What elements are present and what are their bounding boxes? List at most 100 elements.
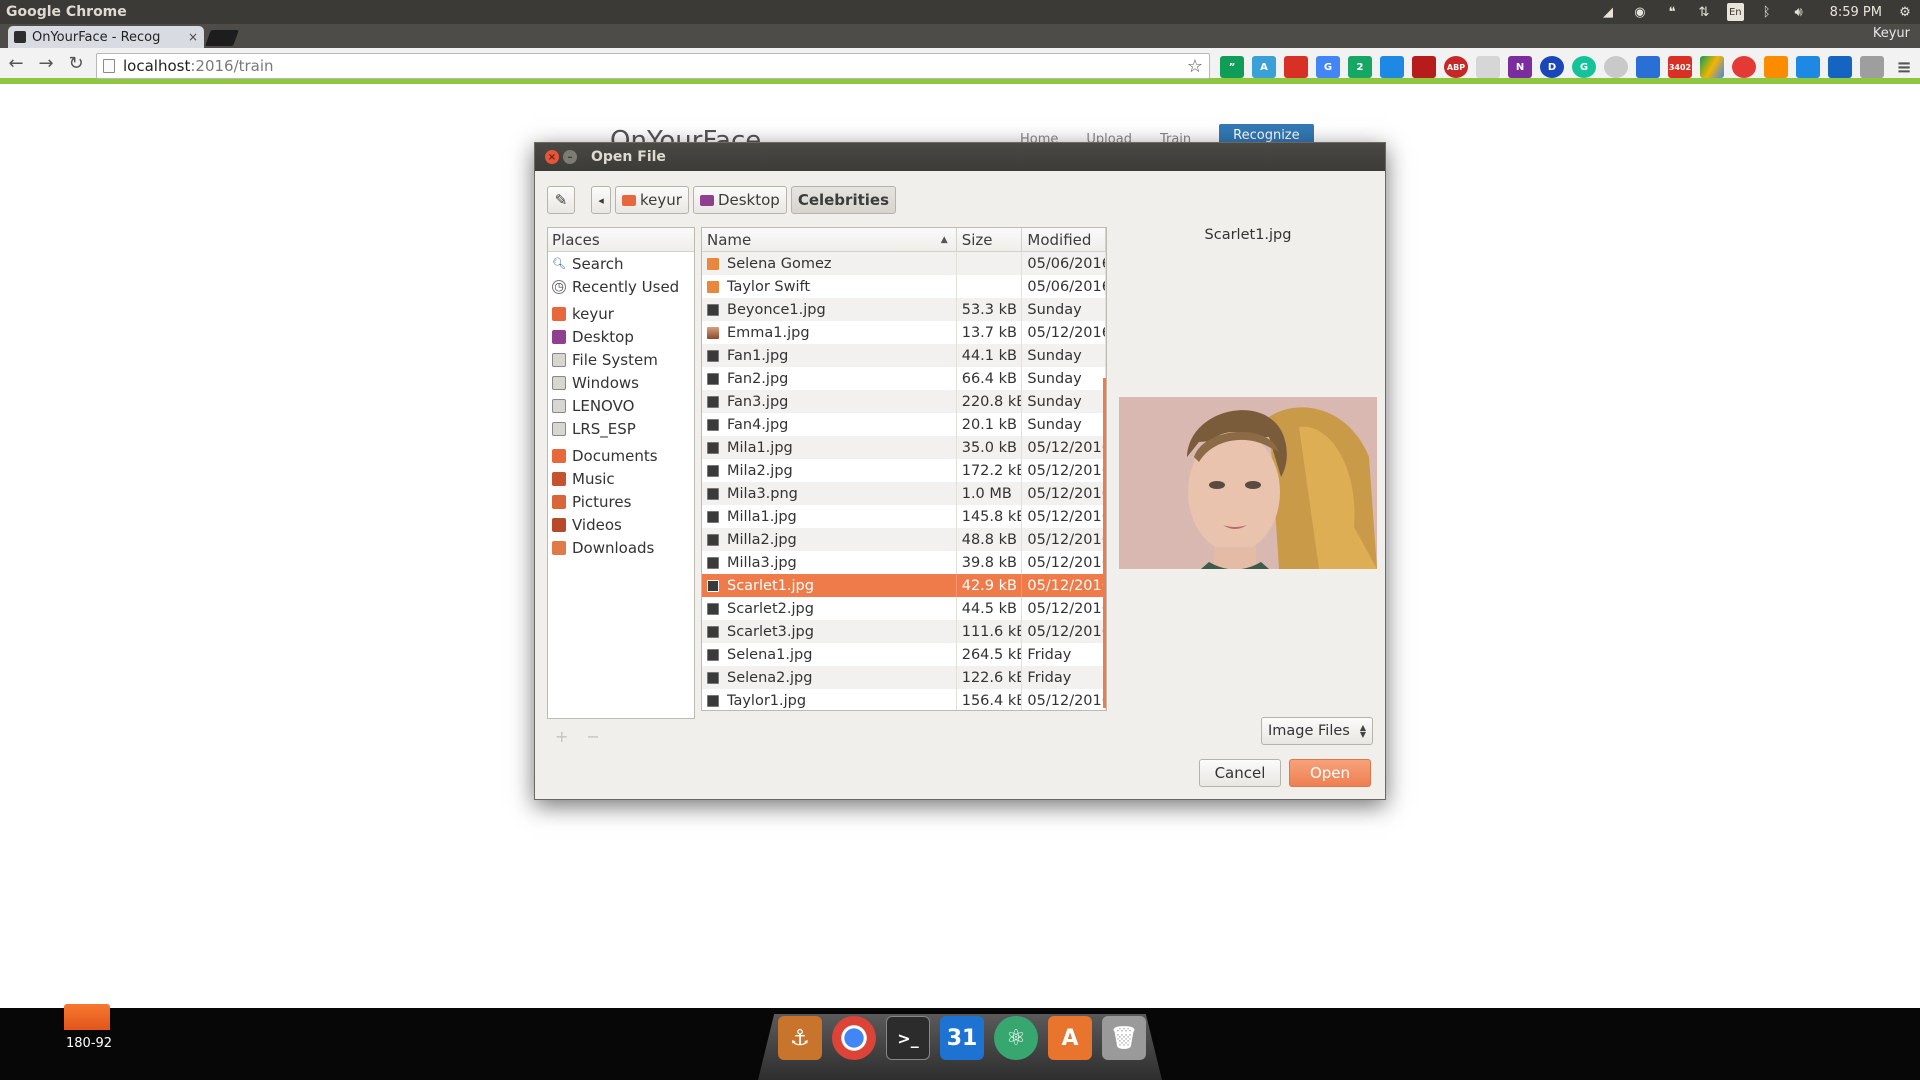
file-row[interactable]: Selena1.jpg 264.5 kB Friday: [702, 643, 1106, 666]
file-row[interactable]: Milla2.jpg 48.8 kB 05/12/2016: [702, 528, 1106, 551]
stack-extension-icon[interactable]: [1636, 56, 1660, 78]
new-tab-button[interactable]: [205, 30, 239, 46]
terminal-icon[interactable]: >_: [886, 1016, 930, 1060]
adblock-plus-icon[interactable]: ABP: [1444, 56, 1468, 78]
profile-name[interactable]: Keyur: [1873, 26, 1910, 41]
type-location-button[interactable]: ✎: [547, 186, 575, 214]
column-size[interactable]: Size: [957, 228, 1023, 251]
wifi-icon[interactable]: ◢: [1599, 3, 1617, 21]
tab-onyourface[interactable]: OnYourFace - Recog ×: [8, 26, 204, 48]
tab-close-icon[interactable]: ×: [188, 30, 198, 44]
carrot-extension-icon[interactable]: [1764, 56, 1788, 78]
flag-extension-icon[interactable]: [1828, 56, 1852, 78]
window-extension-icon[interactable]: [1380, 56, 1404, 78]
file-row[interactable]: Taylor Swift 05/06/2016: [702, 275, 1106, 298]
place-pictures[interactable]: Pictures: [548, 490, 694, 513]
add-bookmark-button[interactable]: +: [555, 727, 568, 746]
vivaldi-extension-icon[interactable]: [1732, 56, 1756, 78]
file-row[interactable]: Emma1.jpg 13.7 kB 05/12/2016: [702, 321, 1106, 344]
file-row[interactable]: Mila1.jpg 35.0 kB 05/12/2016: [702, 436, 1106, 459]
file-row[interactable]: Fan4.jpg 20.1 kB Sunday: [702, 413, 1106, 436]
desktop-icon-label[interactable]: 180-92: [66, 1036, 112, 1051]
minimize-window-icon[interactable]: –: [563, 150, 577, 164]
quote-extension-icon[interactable]: ”: [1220, 56, 1244, 78]
file-row[interactable]: Beyonce1.jpg 53.3 kB Sunday: [702, 298, 1106, 321]
chrome-icon[interactable]: ◉: [1631, 3, 1649, 21]
file-row[interactable]: Milla1.jpg 145.8 kB 05/12/2016: [702, 505, 1106, 528]
place-keyur[interactable]: keyur: [548, 302, 694, 325]
place-windows[interactable]: Windows: [548, 371, 694, 394]
place-music[interactable]: Music: [548, 467, 694, 490]
trash-icon[interactable]: 🗑︎: [1102, 1016, 1146, 1060]
pocket-extension-icon[interactable]: [1412, 56, 1436, 78]
place-recently-used[interactable]: ◷ Recently Used: [548, 275, 694, 298]
path-celebrities[interactable]: Celebrities: [790, 186, 896, 214]
scroll-indicator[interactable]: [1103, 378, 1106, 708]
place-downloads[interactable]: Downloads: [548, 536, 694, 559]
volume-icon[interactable]: 🔊︎: [1790, 3, 1808, 21]
file-row[interactable]: Fan3.jpg 220.8 kB Sunday: [702, 390, 1106, 413]
place-lenovo[interactable]: LENOVO: [548, 394, 694, 417]
software-center-icon[interactable]: A: [1048, 1016, 1092, 1060]
bluetooth-icon[interactable]: ᛒ: [1758, 3, 1776, 21]
gmail-checker-icon[interactable]: 3402: [1668, 56, 1692, 78]
keyboard-lang-icon[interactable]: En: [1726, 3, 1744, 21]
column-modified[interactable]: Modified: [1022, 228, 1106, 251]
hangouts-icon[interactable]: ❝: [1663, 3, 1681, 21]
place-search[interactable]: 🔍︎ Search: [548, 252, 694, 275]
chrome-menu-icon[interactable]: ≡: [1892, 56, 1916, 78]
address-bar[interactable]: localhost :2016/train ☆: [96, 53, 1210, 79]
screenshot-extension-icon[interactable]: [1860, 56, 1884, 78]
remove-bookmark-button[interactable]: −: [586, 727, 599, 746]
file-row[interactable]: Fan1.jpg 44.1 kB Sunday: [702, 344, 1106, 367]
dialog-titlebar[interactable]: × – Open File: [535, 143, 1385, 171]
send-extension-icon[interactable]: [1796, 56, 1820, 78]
grammarly-icon[interactable]: G: [1572, 56, 1596, 78]
place-videos[interactable]: Videos: [548, 513, 694, 536]
file-row[interactable]: Selena2.jpg 122.6 kB Friday: [702, 666, 1106, 689]
anchor-icon[interactable]: ⚓: [778, 1016, 822, 1060]
folder-desktop-icon[interactable]: [64, 1004, 110, 1030]
file-name-cell: Milla3.jpg: [702, 551, 957, 574]
dashlane-icon[interactable]: D: [1540, 56, 1564, 78]
path-back-arrow[interactable]: ◂: [591, 186, 611, 214]
path-desktop[interactable]: Desktop: [692, 186, 787, 214]
file-row[interactable]: Fan2.jpg 66.4 kB Sunday: [702, 367, 1106, 390]
calendar-icon[interactable]: 31: [940, 1016, 984, 1060]
google-translate-icon[interactable]: G: [1316, 56, 1340, 78]
gray-extension-icon[interactable]: [1604, 56, 1628, 78]
column-name[interactable]: Name ▲: [702, 228, 957, 251]
file-row[interactable]: Milla3.jpg 39.8 kB 05/12/2016: [702, 551, 1106, 574]
hangouts-extension-icon[interactable]: 2: [1348, 56, 1372, 78]
network-arrows-icon[interactable]: ⇅: [1695, 3, 1713, 21]
cancel-button[interactable]: Cancel: [1199, 759, 1281, 787]
faded-extension-icon[interactable]: [1476, 56, 1500, 78]
open-button[interactable]: Open: [1289, 759, 1371, 787]
back-button[interactable]: ←: [2, 49, 30, 77]
file-row[interactable]: Mila3.png 1.0 MB 05/12/2016: [702, 482, 1106, 505]
place-lrs-esp[interactable]: LRS_ESP: [548, 417, 694, 440]
place-documents[interactable]: Documents: [548, 444, 694, 467]
place-desktop[interactable]: Desktop: [548, 325, 694, 348]
gear-icon[interactable]: ⚙: [1896, 3, 1914, 21]
file-row[interactable]: Scarlet1.jpg 42.9 kB 05/12/2016: [702, 574, 1106, 597]
close-window-icon[interactable]: ×: [545, 150, 559, 164]
reload-button[interactable]: ↻: [62, 49, 90, 77]
file-row[interactable]: Scarlet2.jpg 44.5 kB 05/12/2016: [702, 597, 1106, 620]
bookmark-star-icon[interactable]: ☆: [1187, 56, 1203, 77]
file-row[interactable]: Taylor1.jpg 156.4 kB 05/12/2016: [702, 689, 1106, 710]
path-keyur[interactable]: keyur: [615, 186, 689, 214]
clock[interactable]: 8:59 PM: [1830, 5, 1882, 20]
file-type-filter[interactable]: Image Files ▲ ▼: [1261, 717, 1373, 745]
file-row[interactable]: Selena Gomez 05/06/2016: [702, 252, 1106, 275]
drive-icon[interactable]: [1700, 56, 1724, 78]
translate-extension-icon[interactable]: A: [1252, 56, 1276, 78]
file-row[interactable]: Mila2.jpg 172.2 kB 05/12/2016: [702, 459, 1106, 482]
place-file-system[interactable]: File System: [548, 348, 694, 371]
onenote-icon[interactable]: N: [1508, 56, 1532, 78]
file-row[interactable]: Scarlet3.jpg 111.6 kB 05/12/2016: [702, 620, 1106, 643]
bookmark-extension-icon[interactable]: [1284, 56, 1308, 78]
atom-icon[interactable]: ⚛: [994, 1016, 1038, 1060]
forward-button[interactable]: →: [32, 49, 60, 77]
chrome-icon[interactable]: [832, 1016, 876, 1060]
